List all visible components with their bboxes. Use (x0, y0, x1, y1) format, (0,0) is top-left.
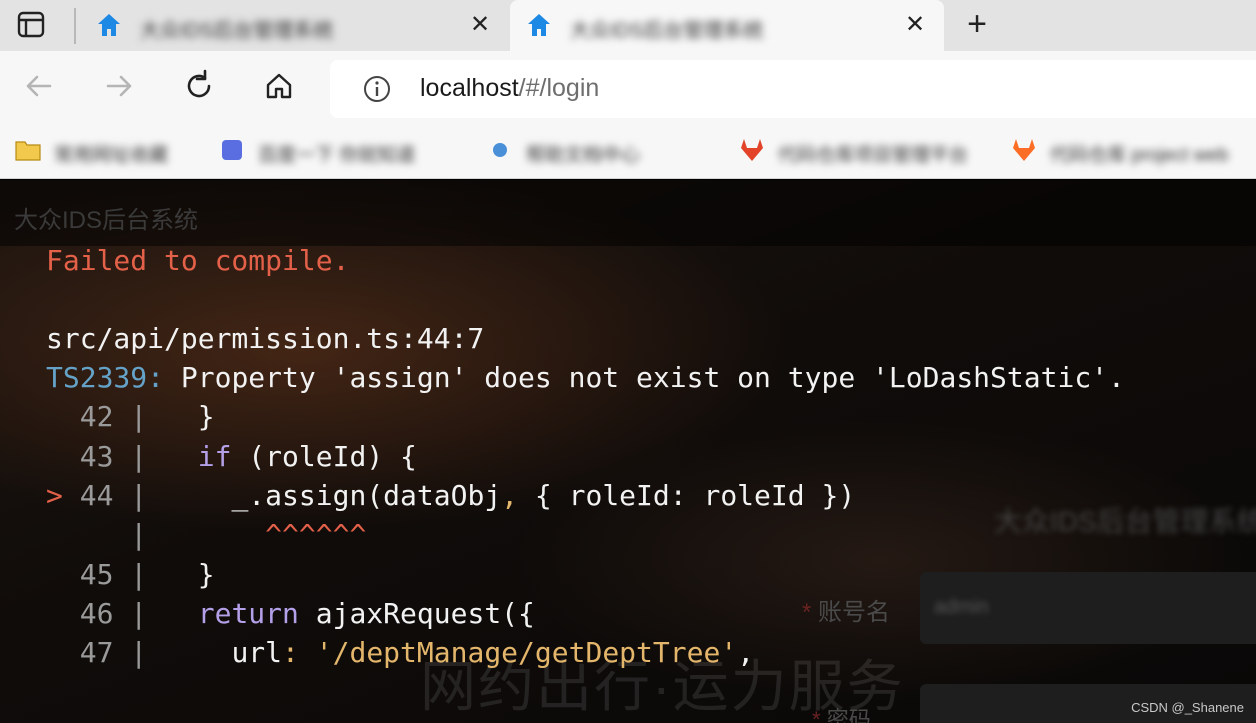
code-text: (roleId) { (231, 440, 417, 473)
address-url: localhost/#/login (420, 74, 599, 103)
code-text: { roleId: roleId }) (518, 479, 856, 512)
home-button-icon[interactable] (260, 67, 298, 105)
code-punctuation: , (501, 479, 519, 512)
line-number: 45 (79, 558, 114, 591)
code-line: 42 | } (46, 397, 215, 436)
caret-line: | ^^^^^^ (46, 515, 366, 554)
page-content: 大众IDS后台系统 网约出行·运力服务 大众IDS后台管理系统 * 账号名 ad… (0, 180, 1256, 723)
close-tab-icon[interactable]: ✕ (465, 10, 495, 40)
gitlab-icon (1010, 136, 1038, 164)
gutter-pipe: | (130, 440, 148, 473)
error-file: src/api/permission.ts:44:7 (46, 322, 485, 355)
app-title: 大众IDS后台系统 (14, 207, 199, 234)
refresh-icon[interactable] (180, 67, 218, 105)
code-text: _.assign(dataObj (231, 479, 502, 512)
line-number: 42 (79, 400, 114, 433)
app-header: 大众IDS后台系统 (0, 180, 1256, 246)
code-text: } (197, 400, 215, 433)
browser-tab-1[interactable]: 大众IDS后台管理系统 ✕ (80, 0, 506, 51)
error-message-text: Property 'assign' does not exist on type… (164, 361, 1125, 394)
line-number: 46 (79, 597, 114, 630)
back-arrow-icon[interactable] (20, 67, 58, 105)
home-icon (526, 12, 552, 38)
gutter-pipe: | (130, 518, 148, 551)
tab-actions-icon[interactable] (14, 10, 50, 40)
browser-tab-strip: 大众IDS后台管理系统 ✕ 大众IDS后台管理系统 ✕ + (0, 0, 1256, 54)
tab-title: 大众IDS后台管理系统 (570, 20, 764, 42)
compile-error-overlay: Failed to compile. src/api/permission.ts… (0, 244, 1256, 723)
code-text: ajaxRequest({ (298, 597, 535, 630)
error-marker: > (46, 479, 63, 512)
code-text: url (231, 636, 283, 669)
link-icon (486, 136, 514, 164)
bookmark-label: 百度一下 你就知道 (258, 145, 416, 166)
bookmark-label: 代码仓库项目管理平台 (778, 145, 969, 166)
code-line-error: > 44 | _.assign(dataObj, { roleId: roleI… (46, 476, 855, 515)
code-punctuation: : (282, 636, 299, 669)
gutter-pipe: | (130, 636, 148, 669)
site-info-icon[interactable] (362, 74, 392, 104)
new-tab-button[interactable]: + (960, 7, 994, 42)
bookmark-label: 常用网址收藏 (54, 145, 169, 166)
line-number: 43 (79, 440, 114, 473)
gutter-pipe: | (130, 479, 148, 512)
gitlab-icon (738, 136, 766, 164)
forward-arrow-icon[interactable] (100, 67, 138, 105)
bookmark-label: 代码仓库 project web (1050, 145, 1229, 166)
code-line: 45 | } (46, 555, 215, 594)
code-text: } (197, 558, 215, 591)
code-keyword: return (197, 597, 299, 630)
csdn-watermark: CSDN @_Shanene (1131, 700, 1244, 715)
line-number: 44 (79, 479, 114, 512)
error-carets: ^^^^^^ (265, 518, 367, 551)
code-line: 43 | if (roleId) { (46, 437, 417, 476)
address-bar[interactable]: localhost/#/login (330, 60, 1256, 118)
folder-icon (14, 136, 42, 164)
gutter-pipe: | (130, 558, 148, 591)
app-icon (218, 136, 246, 164)
line-number: 47 (79, 636, 114, 669)
error-message: TS2339: Property 'assign' does not exist… (46, 361, 1125, 394)
home-icon (96, 12, 122, 38)
code-keyword: if (197, 440, 232, 473)
error-code: TS2339 (46, 361, 148, 394)
close-tab-icon[interactable]: ✕ (900, 10, 930, 40)
browser-toolbar: localhost/#/login (0, 51, 1256, 124)
browser-tab-2-active[interactable]: 大众IDS后台管理系统 ✕ (510, 0, 944, 54)
error-title: Failed to compile. (46, 244, 350, 277)
code-line: 47 | url: '/deptManage/getDeptTree', (46, 633, 754, 672)
url-path: /#/login (518, 74, 600, 102)
code-string: '/deptManage/getDeptTree' (315, 636, 738, 669)
tab-title: 大众IDS后台管理系统 (140, 20, 334, 42)
bookmarks-bar: 常用网址收藏 百度一下 你就知道 帮助文档中心 代码仓库项目管理平台 代码仓库 … (0, 124, 1256, 179)
code-punctuation: , (737, 636, 755, 669)
tab-separator (74, 8, 76, 44)
bookmark-label: 帮助文档中心 (526, 145, 641, 166)
gutter-pipe: | (130, 597, 148, 630)
gutter-pipe: | (130, 400, 148, 433)
code-line: 46 | return ajaxRequest({ (46, 594, 535, 633)
url-host: localhost (420, 74, 519, 102)
